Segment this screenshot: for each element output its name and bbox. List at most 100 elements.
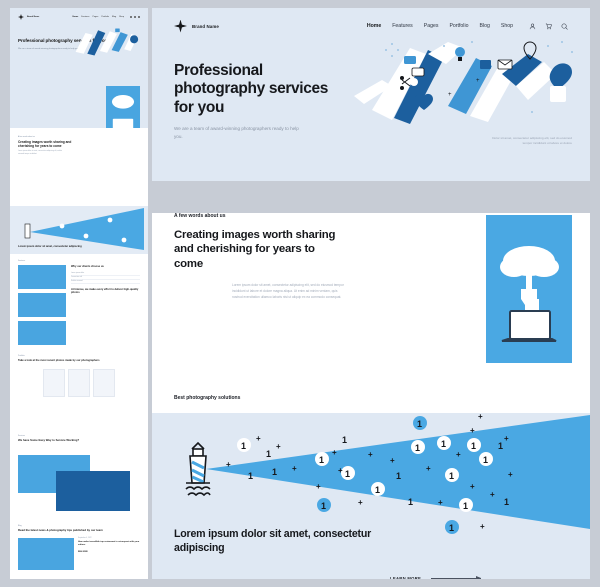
mini-feature-image-3 xyxy=(18,321,66,345)
svg-text:+: + xyxy=(316,482,321,491)
svg-text:+: + xyxy=(358,498,363,507)
mini-blog-post-title[interactable]: How make incredible top restaurant in re… xyxy=(78,541,140,547)
user-icon[interactable] xyxy=(529,23,536,30)
svg-text:1: 1 xyxy=(248,471,253,481)
mini-services-image-2 xyxy=(56,471,130,511)
mini-nav-icons xyxy=(130,16,140,18)
svg-text:1: 1 xyxy=(396,471,401,481)
svg-text:1: 1 xyxy=(415,443,420,453)
svg-text:1: 1 xyxy=(471,441,476,451)
about-section: A few words about us Creating images wor… xyxy=(152,213,590,413)
mini-portfolio-section: Portfolio Take a look at the most recent… xyxy=(10,349,148,429)
beam-section: 1 + 1 + 11 + + 1 + 1 + + 1 + + 1 1 1 1 1 + + xyxy=(152,413,590,579)
mini-beam-heading: Lorem ipsum dolor sit amet, consectetur … xyxy=(18,245,82,248)
nav-item-pages[interactable]: Pages xyxy=(424,23,439,29)
beam-heading: Lorem ipsum dolor sit amet, consectetur … xyxy=(174,528,372,554)
mini-nav-item-shop[interactable]: Shop xyxy=(119,16,124,18)
mini-blog-heading: Read the latest news & photography tips … xyxy=(18,528,103,532)
svg-text:1: 1 xyxy=(441,439,446,449)
mini-portfolio-card-3[interactable] xyxy=(93,368,115,397)
svg-text:+: + xyxy=(338,466,343,475)
nav-item-features[interactable]: Features xyxy=(392,23,412,29)
nav-item-portfolio[interactable]: Portfolio xyxy=(449,23,468,29)
svg-text:+: + xyxy=(390,456,395,465)
about-paragraph: Lorem ipsum dolor sit amet, consectetur … xyxy=(232,283,344,299)
mini-search-icon[interactable] xyxy=(138,16,140,18)
hero-title: Professional photography services for yo… xyxy=(174,62,329,116)
nav-item-shop[interactable]: Shop xyxy=(501,23,513,29)
cart-icon[interactable] xyxy=(545,23,552,30)
mini-nav-item-portfolio[interactable]: Portfolio xyxy=(101,16,109,18)
best-solutions-label: Best photography solutions xyxy=(174,395,241,401)
mini-nav-item-features[interactable]: Features xyxy=(81,16,89,18)
mini-about-paragraph: Lorem ipsum dolor sit amet, consectetur … xyxy=(18,151,63,155)
svg-text:1: 1 xyxy=(449,523,454,533)
svg-text:1: 1 xyxy=(345,469,350,479)
svg-text:1: 1 xyxy=(375,485,380,495)
mini-features-eyebrow: Features xyxy=(18,260,26,262)
about-image-block xyxy=(486,215,572,363)
mini-portfolio-heading: Take a look at the most recent photos ma… xyxy=(18,359,100,362)
mini-features-heading-2: At Intense, we make every effort to deli… xyxy=(71,287,139,295)
mini-portfolio-eyebrow: Portfolio xyxy=(18,355,25,357)
mini-brand-label: Brand Name xyxy=(27,16,40,18)
mini-feature-image-1 xyxy=(18,265,66,289)
page-preview-thumbnail: Brand Name Home Features Pages Portfolio… xyxy=(10,8,148,579)
svg-text:+: + xyxy=(226,460,231,469)
mini-features-section: Features Why our clients choose us Lorem… xyxy=(10,254,148,349)
svg-text:+: + xyxy=(256,434,261,443)
svg-text:1: 1 xyxy=(342,435,347,445)
svg-text:1: 1 xyxy=(266,449,271,459)
mini-about-eyebrow: A few words about us xyxy=(18,136,36,138)
nav-item-home[interactable]: Home xyxy=(367,23,381,29)
mini-nav-item-home[interactable]: Home xyxy=(72,16,78,18)
mini-portfolio-card-1[interactable] xyxy=(43,368,65,397)
svg-text:+: + xyxy=(478,413,483,421)
mini-logo-icon xyxy=(18,14,24,20)
svg-text:1: 1 xyxy=(498,441,503,451)
search-icon[interactable] xyxy=(561,23,568,30)
mini-cart-icon[interactable] xyxy=(134,16,136,18)
mini-services-heading: We have Some Easy Way to Service Working… xyxy=(18,438,80,442)
mini-user-icon[interactable] xyxy=(130,16,132,18)
svg-text:+: + xyxy=(276,442,281,451)
mini-blog-eyebrow: Blog xyxy=(18,525,22,527)
hero-section: Brand Name Home Features Pages Portfolio… xyxy=(152,8,590,181)
svg-text:1: 1 xyxy=(319,455,324,465)
svg-text:1: 1 xyxy=(504,497,509,507)
svg-text:+: + xyxy=(480,522,485,531)
svg-text:+: + xyxy=(332,448,337,457)
svg-text:1: 1 xyxy=(321,501,326,511)
svg-text:1: 1 xyxy=(272,467,277,477)
mini-features-heading: Why our clients choose us xyxy=(71,265,104,268)
mini-blog-image xyxy=(18,537,74,570)
svg-text:+: + xyxy=(426,464,431,473)
nav-item-blog[interactable]: Blog xyxy=(479,23,489,29)
nav-links: Home Features Pages Portfolio Blog Shop xyxy=(367,23,513,29)
about-heading: Creating images worth sharing and cheris… xyxy=(174,229,336,270)
svg-text:+: + xyxy=(476,78,480,84)
mini-nav-item-blog[interactable]: Blog xyxy=(112,16,116,18)
svg-text:+: + xyxy=(292,464,297,473)
mini-feature-image-2 xyxy=(18,293,66,317)
svg-text:+: + xyxy=(470,482,475,491)
mini-nav-item-pages[interactable]: Pages xyxy=(92,16,98,18)
mini-feature-bullet-3: Sed do eiusmod xyxy=(71,280,140,284)
long-arrow-right-icon xyxy=(431,575,482,579)
svg-text:1: 1 xyxy=(449,471,454,481)
mini-social-ribbon-illustration xyxy=(75,28,139,56)
nav-icons xyxy=(529,23,568,30)
mini-blog-read-more[interactable]: READ MORE xyxy=(78,552,140,553)
mini-portfolio-card-2[interactable] xyxy=(68,368,90,397)
svg-text:+: + xyxy=(490,490,495,499)
svg-text:+: + xyxy=(508,470,513,479)
learn-more-button[interactable]: LEARN MORE xyxy=(390,575,482,579)
mini-navbar: Brand Name Home Features Pages Portfolio… xyxy=(18,14,140,20)
mini-blog-date: September 4, 2022 xyxy=(78,537,92,539)
brand-logo-icon[interactable] xyxy=(174,19,187,33)
mini-feature-images xyxy=(18,265,66,345)
lighthouse-beam-illustration: 1 + 1+ 11 ++ 1 + 1 ++ 1 ++ 1 1 1 1 1 ++ xyxy=(185,413,590,534)
hero-subtitle: We are a team of award-winning photograp… xyxy=(174,125,299,139)
hero-side-text: Dolor sit amet, consectetur adipiscing e… xyxy=(492,136,572,146)
svg-text:+: + xyxy=(438,498,443,507)
